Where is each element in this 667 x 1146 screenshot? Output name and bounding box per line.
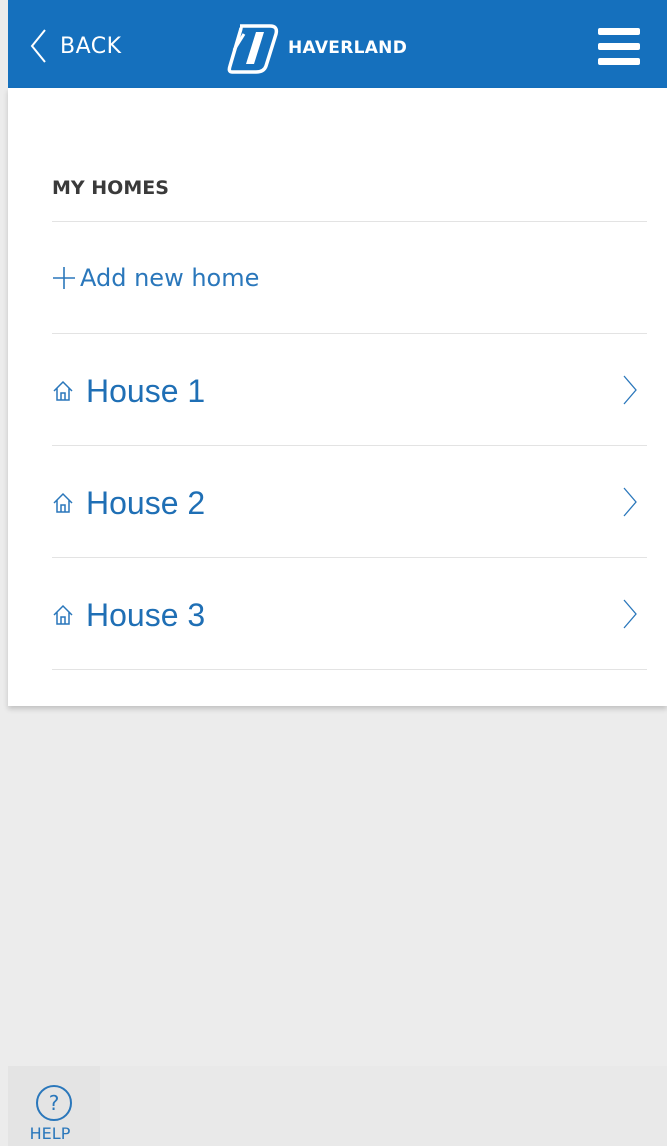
plus-icon: [53, 267, 75, 289]
house-icon: [53, 492, 73, 513]
help-button[interactable]: ? HELP: [8, 1066, 100, 1146]
chevron-left-icon: [30, 29, 46, 63]
help-label: HELP: [29, 1124, 71, 1143]
add-new-home-label: Add new home: [80, 264, 260, 292]
divider: [52, 333, 647, 334]
divider: [52, 221, 647, 222]
home-name: House 1: [86, 372, 206, 409]
divider: [52, 557, 647, 558]
section-title: MY HOMES: [52, 177, 169, 199]
chevron-right-icon: [623, 487, 637, 517]
divider: [52, 445, 647, 446]
svg-text:?: ?: [49, 1091, 60, 1115]
chevron-right-icon: [623, 375, 637, 405]
home-list-item[interactable]: House 2: [52, 448, 647, 558]
home-name: House 3: [86, 596, 206, 633]
house-icon: [53, 604, 73, 625]
home-name: House 2: [86, 484, 206, 521]
menu-bar: [598, 43, 640, 50]
back-button[interactable]: BACK: [30, 24, 122, 68]
divider: [52, 669, 647, 670]
home-list-item[interactable]: House 3: [52, 560, 647, 670]
menu-bar: [598, 28, 640, 35]
chevron-right-icon: [623, 599, 637, 629]
brand-logo: HAVERLAND: [226, 20, 407, 76]
haverland-logo-icon: [227, 24, 279, 74]
brand-name: HAVERLAND: [288, 38, 408, 58]
add-new-home-button[interactable]: Add new home: [52, 233, 647, 323]
menu-bar: [598, 58, 640, 65]
house-icon: [53, 380, 73, 401]
footer-bar: [100, 1066, 667, 1146]
homes-panel: MY HOMES Add new home House 1 House 2 Ho…: [8, 88, 667, 706]
home-list-item[interactable]: House 1: [52, 336, 647, 446]
question-circle-icon: ?: [36, 1085, 72, 1121]
back-label: BACK: [60, 33, 122, 59]
app-header: BACK HAVERLAND: [8, 0, 667, 88]
hamburger-menu-button[interactable]: [594, 26, 650, 68]
